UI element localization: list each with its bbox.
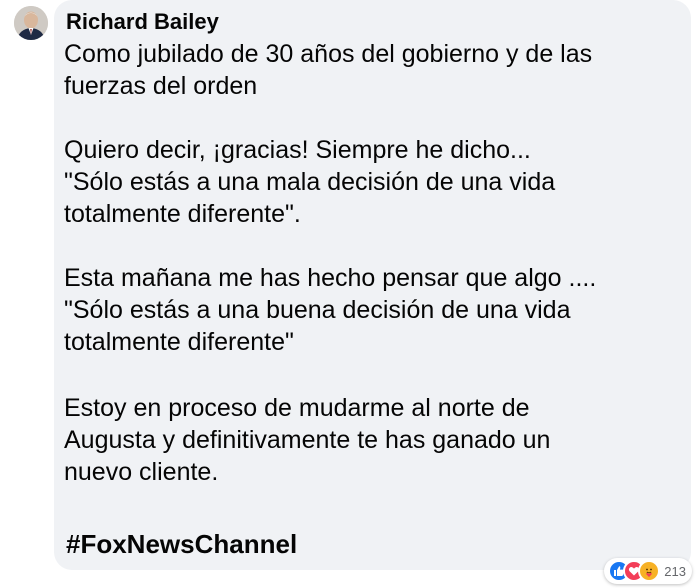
comment-line: nuevo cliente. bbox=[64, 458, 219, 486]
comment-paragraph-2: Quiero decir, ¡gracias! Siempre he dicho… bbox=[64, 134, 555, 230]
care-icon bbox=[638, 560, 661, 582]
comment-line: Augusta y definitivamente te has ganado … bbox=[64, 426, 551, 454]
comment-line: totalmente diferente". bbox=[64, 200, 301, 228]
comment-line: fuerzas del orden bbox=[64, 72, 258, 100]
comment-line: "Sólo estás a una mala decisión de una v… bbox=[64, 168, 556, 196]
comment-line: Quiero decir, ¡gracias! Siempre he dicho… bbox=[64, 136, 531, 164]
reactions-summary[interactable]: 213 bbox=[604, 558, 692, 584]
reaction-count: 213 bbox=[664, 563, 686, 579]
comment-line: Estoy en proceso de mudarme al norte de bbox=[64, 394, 530, 422]
avatar[interactable] bbox=[14, 6, 48, 40]
comment-paragraph-4: Estoy en proceso de mudarme al norte de … bbox=[64, 392, 550, 488]
comment-paragraph-1: Como jubilado de 30 años del gobierno y … bbox=[64, 38, 592, 102]
comment-author[interactable]: Richard Bailey bbox=[66, 8, 219, 36]
avatar-photo bbox=[14, 6, 48, 40]
comment-line: "Sólo estás a una buena decisión de una … bbox=[64, 296, 571, 324]
comment-paragraph-3: Esta mañana me has hecho pensar que algo… bbox=[64, 262, 596, 358]
hashtag-link[interactable]: #FoxNewsChannel bbox=[66, 527, 297, 561]
comment-line: totalmente diferente" bbox=[64, 328, 294, 356]
comment-line: Como jubilado de 30 años del gobierno y … bbox=[64, 40, 593, 68]
comment-line: Esta mañana me has hecho pensar que algo… bbox=[64, 264, 597, 292]
